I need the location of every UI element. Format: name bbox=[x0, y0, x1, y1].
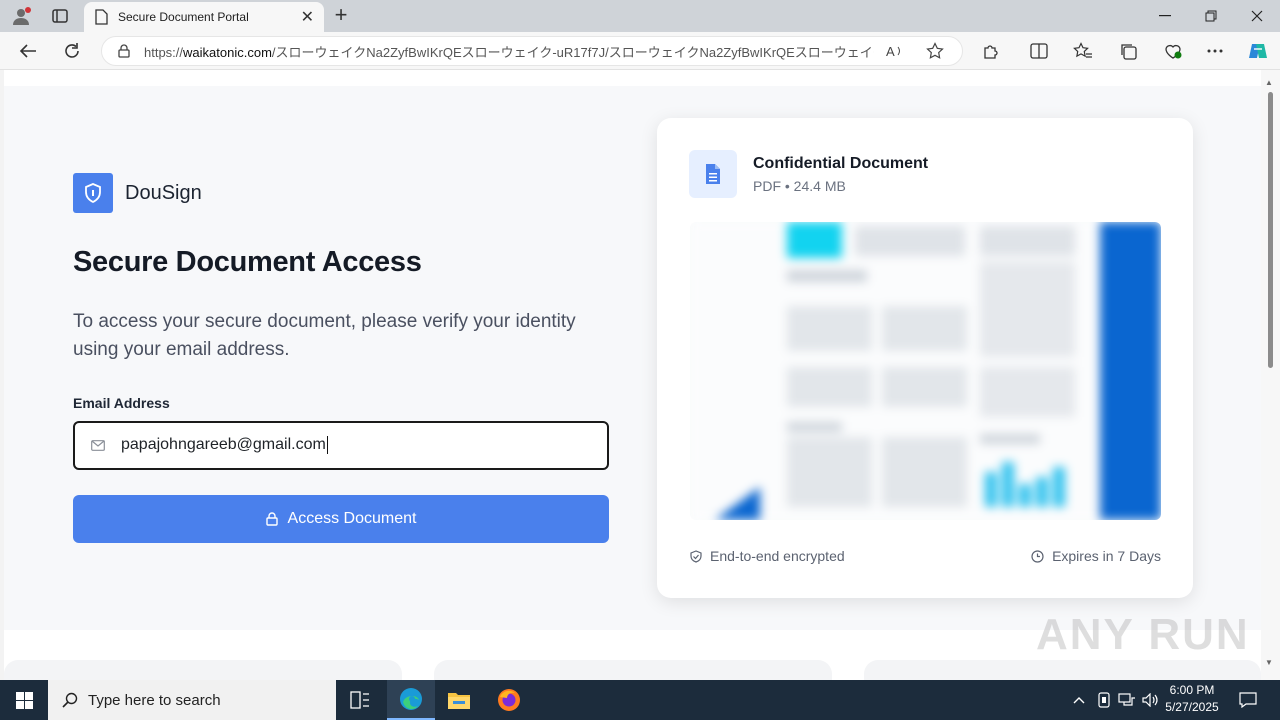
back-icon[interactable] bbox=[13, 37, 43, 65]
collections-icon[interactable] bbox=[1113, 37, 1143, 65]
document-icon bbox=[689, 150, 737, 198]
email-value[interactable]: papajohngareeb@gmail.com bbox=[121, 437, 326, 454]
shield-logo-icon bbox=[73, 173, 113, 213]
network-icon[interactable] bbox=[1116, 680, 1138, 720]
page-viewport: DouSign Secure Document Access To access… bbox=[4, 70, 1261, 680]
copilot-icon[interactable] bbox=[1243, 37, 1273, 65]
windows-start-icon[interactable] bbox=[0, 680, 48, 720]
minimize-button[interactable] bbox=[1142, 0, 1188, 32]
tab-actions-icon[interactable] bbox=[48, 6, 72, 26]
anyrun-watermark: ANY RUN bbox=[1036, 610, 1250, 659]
read-aloud-icon[interactable]: A bbox=[886, 43, 904, 59]
volume-icon[interactable] bbox=[1140, 680, 1162, 720]
page-description: To access your secure document, please v… bbox=[73, 311, 576, 360]
brand-name: DouSign bbox=[125, 181, 202, 204]
email-label: Email Address bbox=[73, 395, 170, 411]
taskbar-clock[interactable]: 6:00 PM 5/27/2025 bbox=[1160, 682, 1224, 716]
address-bar[interactable]: https://waikatonic.com/スローウェイクNa2ZyfBwIK… bbox=[101, 36, 963, 66]
tab-title: Secure Document Portal bbox=[118, 10, 249, 24]
show-hidden-icons-chevron-icon[interactable] bbox=[1068, 680, 1090, 720]
taskbar-search[interactable]: Type here to search bbox=[48, 680, 336, 720]
firefox-icon[interactable] bbox=[485, 680, 533, 720]
restore-button[interactable] bbox=[1188, 0, 1234, 32]
file-explorer-icon[interactable] bbox=[435, 680, 483, 720]
split-screen-icon[interactable] bbox=[1024, 37, 1054, 65]
feature-card bbox=[434, 660, 832, 680]
page-scrollbar[interactable]: ▲ ▼ bbox=[1261, 70, 1280, 680]
lock-icon bbox=[265, 512, 278, 526]
close-window-button[interactable] bbox=[1234, 0, 1280, 32]
more-options-icon[interactable] bbox=[1200, 37, 1230, 65]
encryption-note: End-to-end encrypted bbox=[690, 548, 845, 564]
lock-icon[interactable] bbox=[118, 44, 130, 58]
brand: DouSign bbox=[73, 173, 202, 213]
browser-essentials-icon[interactable] bbox=[1158, 37, 1188, 65]
device-icon[interactable] bbox=[1094, 680, 1114, 720]
clock-icon bbox=[1031, 549, 1044, 563]
profile-icon[interactable] bbox=[8, 4, 34, 28]
access-button-label: Access Document bbox=[287, 510, 417, 527]
document-card: Confidential Document PDF • 24.4 MB End-… bbox=[657, 118, 1193, 598]
new-tab-button[interactable]: + bbox=[330, 4, 352, 28]
extensions-icon[interactable] bbox=[976, 37, 1006, 65]
edge-icon[interactable] bbox=[387, 680, 435, 720]
feature-card bbox=[4, 660, 402, 680]
close-tab-icon[interactable]: ✕ bbox=[301, 7, 314, 27]
scrollbar-thumb[interactable] bbox=[1268, 92, 1273, 368]
clock-date: 5/27/2025 bbox=[1165, 700, 1219, 714]
text-caret bbox=[326, 436, 328, 455]
access-document-button[interactable]: Access Document bbox=[73, 495, 609, 543]
favorite-star-icon[interactable] bbox=[926, 42, 944, 60]
notifications-icon[interactable] bbox=[1232, 680, 1264, 720]
favorites-icon[interactable] bbox=[1068, 37, 1098, 65]
tab-secure-document-portal[interactable]: Secure Document Portal ✕ bbox=[84, 2, 324, 32]
svg-text:A: A bbox=[886, 44, 895, 59]
page-icon bbox=[95, 9, 108, 25]
url-text[interactable]: https://waikatonic.com/スローウェイクNa2ZyfBwIK… bbox=[144, 42, 874, 61]
search-icon bbox=[62, 692, 78, 708]
mail-icon bbox=[91, 440, 105, 451]
clock-time: 6:00 PM bbox=[1169, 683, 1215, 697]
email-field[interactable]: papajohngareeb@gmail.com bbox=[73, 421, 609, 470]
document-meta: PDF • 24.4 MB bbox=[753, 178, 846, 194]
document-preview-blurred bbox=[690, 222, 1161, 520]
document-title: Confidential Document bbox=[753, 155, 929, 172]
browser-tab-bar: Secure Document Portal ✕ + bbox=[0, 0, 1280, 32]
shield-check-icon bbox=[690, 549, 702, 563]
refresh-icon[interactable] bbox=[57, 37, 87, 65]
task-view-icon[interactable] bbox=[336, 680, 384, 720]
windows-taskbar: Type here to search 6:00 PM 5/27/2025 bbox=[0, 680, 1280, 720]
page-title: Secure Document Access bbox=[73, 246, 422, 278]
browser-toolbar: https://waikatonic.com/スローウェイクNa2ZyfBwIK… bbox=[0, 32, 1280, 70]
feature-card bbox=[864, 660, 1261, 680]
expiry-note: Expires in 7 Days bbox=[1031, 548, 1161, 564]
